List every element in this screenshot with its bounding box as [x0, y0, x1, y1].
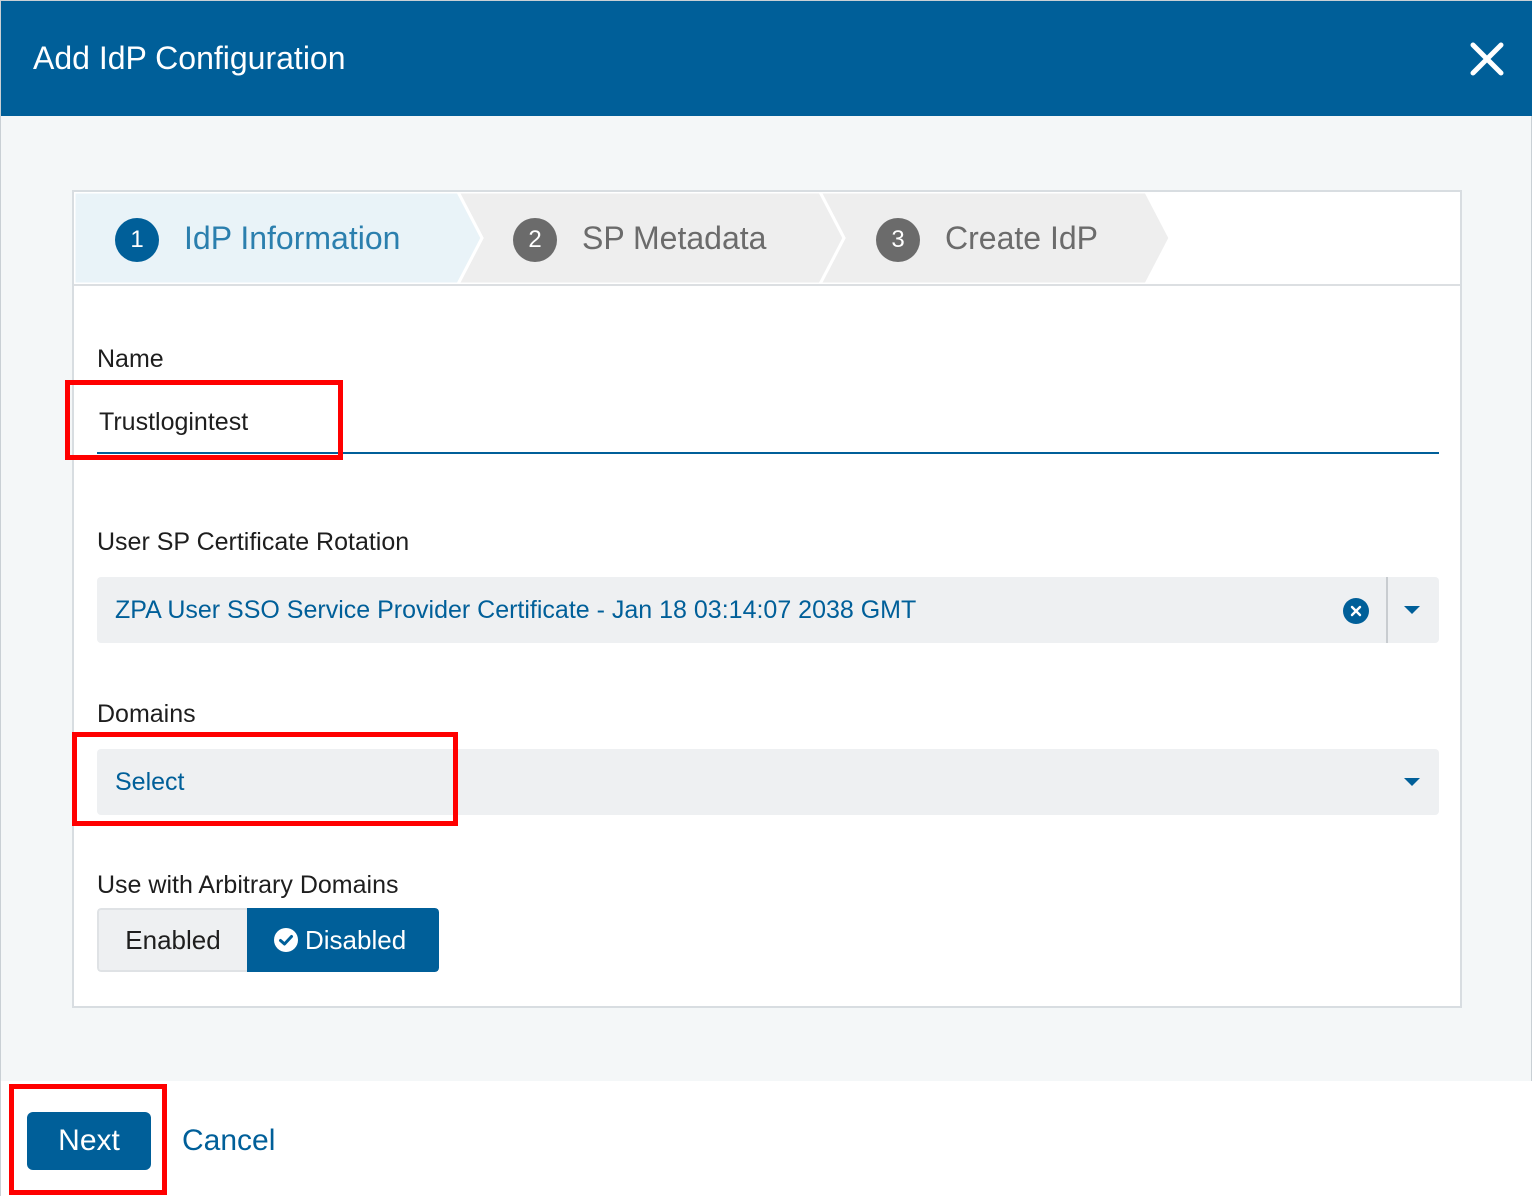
- name-label: Name: [97, 345, 164, 373]
- dialog-footer: Next Cancel: [1, 1081, 1532, 1196]
- step-label: SP Metadata: [582, 220, 767, 256]
- dialog-header: Add IdP Configuration: [1, 1, 1532, 116]
- close-button[interactable]: [1463, 35, 1511, 83]
- add-idp-dialog: Add IdP Configuration 1 IdP Information …: [0, 0, 1532, 1196]
- select-divider: [1386, 577, 1388, 643]
- close-icon: [1470, 42, 1504, 76]
- check-circle-icon: [274, 928, 298, 952]
- toggle-disabled-label: Disabled: [305, 925, 407, 955]
- domains-select[interactable]: Select: [97, 749, 1439, 815]
- step-label: IdP Information: [184, 220, 401, 256]
- dialog-title: Add IdP Configuration: [33, 40, 346, 76]
- step-number: 1: [115, 218, 159, 262]
- clear-icon[interactable]: [1343, 598, 1369, 624]
- name-input[interactable]: [97, 392, 1439, 454]
- step-number: 3: [876, 218, 920, 262]
- domains-label: Domains: [97, 700, 196, 728]
- chevron-down-icon[interactable]: [1402, 776, 1422, 788]
- step-label: Create IdP: [945, 220, 1098, 256]
- next-button[interactable]: Next: [27, 1112, 151, 1170]
- wizard-stepper: 1 IdP Information 2 SP Metadata 3 Create…: [74, 192, 1460, 286]
- cert-rotation-value: ZPA User SSO Service Provider Certificat…: [115, 596, 917, 624]
- arbitrary-domains-label: Use with Arbitrary Domains: [97, 871, 399, 899]
- domains-placeholder: Select: [115, 768, 185, 796]
- cert-rotation-label: User SP Certificate Rotation: [97, 528, 410, 556]
- step-number: 2: [513, 218, 557, 262]
- cert-rotation-select[interactable]: ZPA User SSO Service Provider Certificat…: [97, 577, 1439, 643]
- arbitrary-domains-toggle: Enabled Disabled: [97, 908, 439, 972]
- toggle-disabled-option[interactable]: Disabled: [247, 908, 439, 972]
- cancel-button[interactable]: Cancel: [182, 1121, 275, 1161]
- form-card: 1 IdP Information 2 SP Metadata 3 Create…: [72, 190, 1462, 1008]
- chevron-down-icon[interactable]: [1402, 604, 1422, 616]
- toggle-enabled-option[interactable]: Enabled: [97, 908, 247, 972]
